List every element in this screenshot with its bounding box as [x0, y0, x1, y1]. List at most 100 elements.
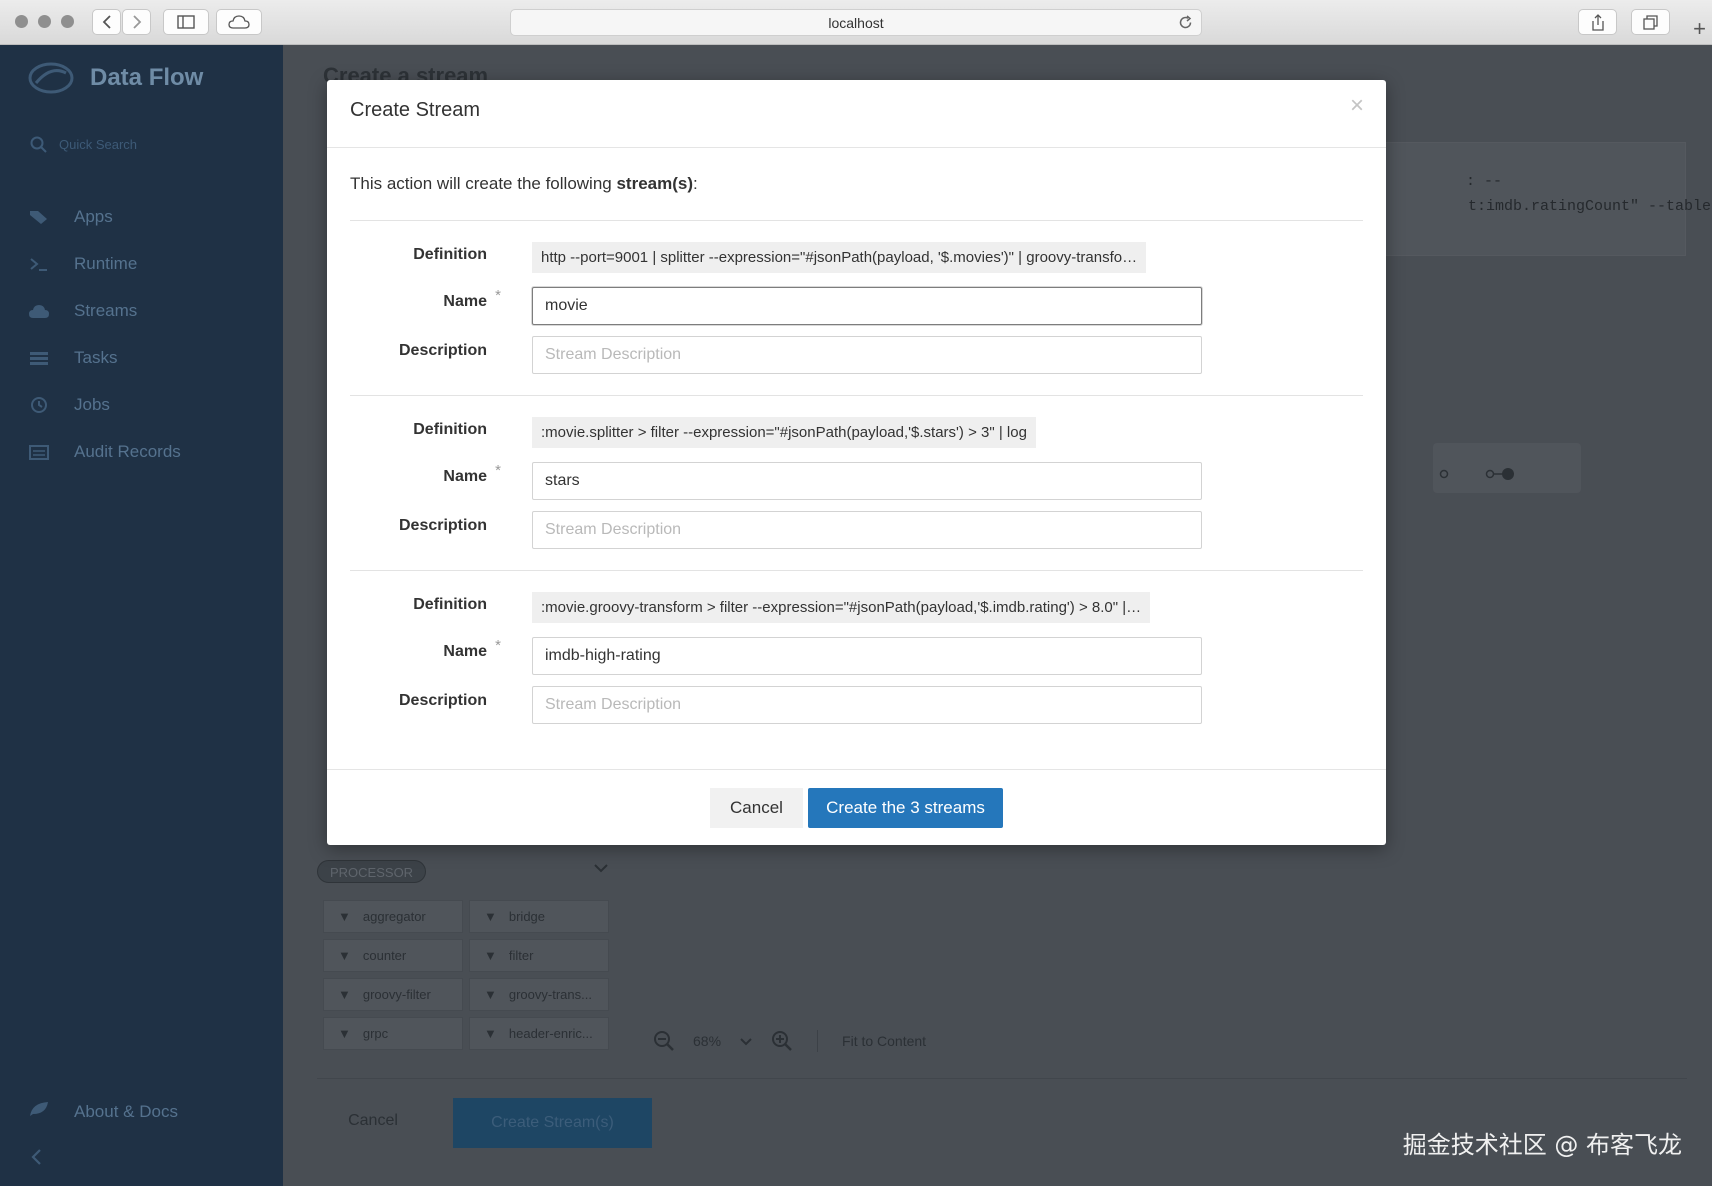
palette-item-label: bridge [508, 909, 546, 924]
close-icon[interactable]: × [1350, 94, 1364, 118]
name-label-text: Name [443, 643, 487, 660]
stream-name-input[interactable] [532, 637, 1202, 675]
sidebar: Data Flow Quick Search Apps Runtime Stre… [0, 45, 283, 1186]
search-icon [30, 136, 47, 153]
brand[interactable]: Data Flow [28, 61, 203, 95]
quick-search-placeholder: Quick Search [59, 137, 138, 152]
filter-icon: ▼ [484, 909, 497, 924]
cloud-icon [28, 302, 50, 320]
chevron-left-icon [102, 15, 111, 29]
sidebar-item-label: Streams [74, 300, 138, 320]
name-label: Name * [337, 287, 501, 311]
filter-icon: ▼ [484, 987, 497, 1002]
share-button[interactable] [1578, 9, 1617, 35]
processor-palette: ▼ aggregator ▼ bridge ▼ counter ▼ filter ▼ gr… [323, 900, 613, 1050]
palette-item-label: grpc [362, 1026, 389, 1041]
sidebar-item-jobs[interactable]: Jobs [0, 381, 283, 428]
page-cancel-button[interactable]: Cancel [323, 1098, 423, 1144]
sidebar-toggle-button[interactable] [163, 9, 209, 35]
chevron-right-icon [132, 15, 141, 29]
palette-item[interactable]: ▼ groovy-trans... [469, 978, 609, 1011]
watermark: 掘金技术社区 @ 布客飞龙 [1402, 1131, 1682, 1159]
filter-icon: ▼ [338, 948, 351, 963]
zoom-out-icon[interactable] [653, 1030, 675, 1052]
collapse-sidebar-icon[interactable] [30, 1148, 42, 1166]
window-zoom-dot[interactable] [61, 15, 74, 28]
stream-description-input[interactable] [532, 511, 1202, 549]
definition-label: Definition [413, 246, 487, 263]
quick-search[interactable]: Quick Search [30, 136, 137, 153]
palette-item[interactable]: ▼ bridge [469, 900, 609, 933]
description-label: Description [398, 342, 487, 359]
stream-definition: :movie.splitter > filter --expression="#… [532, 417, 1036, 448]
window-minimize-dot[interactable] [38, 15, 51, 28]
filter-icon: ▼ [338, 1026, 351, 1041]
zoom-level[interactable]: 68% [693, 1033, 721, 1049]
data-flow-logo-icon [28, 62, 74, 94]
cancel-button[interactable]: Cancel [710, 788, 803, 828]
zoom-controls: 68% Fit to Content [653, 1030, 926, 1052]
sidebar-item-apps[interactable]: Apps [0, 193, 283, 240]
clock-icon [28, 396, 50, 414]
reload-icon[interactable] [1178, 15, 1193, 30]
sidebar-item-runtime[interactable]: Runtime [0, 240, 283, 287]
page-create-streams-button[interactable]: Create Stream(s) [453, 1098, 652, 1148]
sidebar-item-audit-records[interactable]: Audit Records [0, 428, 283, 475]
sidebar-item-label: Jobs [74, 394, 110, 414]
palette-item[interactable]: ▼ groovy-filter [323, 978, 463, 1011]
palette-group-badge[interactable]: PROCESSOR [317, 860, 427, 883]
browser-toolbar: localhost + [0, 0, 1712, 45]
palette-item[interactable]: ▼ grpc [323, 1017, 463, 1050]
create-stream-modal: Create Stream × This action will create … [327, 80, 1386, 845]
tags-icon [28, 208, 50, 226]
palette-item-label: header-enric... [508, 1026, 593, 1041]
stream-definition-editor[interactable]: : -- t:imdb.ratingCount" --table- [1373, 142, 1712, 256]
cloud-icon [228, 15, 250, 29]
icloud-tabs-button[interactable] [216, 9, 262, 35]
sidebar-item-streams[interactable]: Streams [0, 287, 283, 334]
definition-label: Definition [413, 596, 487, 613]
sidebar-item-label: Audit Records [74, 441, 181, 461]
palette-item[interactable]: ▼ counter [323, 939, 463, 972]
definition-line: : -- [1466, 173, 1503, 190]
stream-name-input[interactable] [532, 287, 1202, 325]
palette-item-label: groovy-filter [362, 987, 431, 1002]
palette-item-label: counter [362, 948, 407, 963]
description-label: Description [398, 692, 487, 709]
palette-item-label: filter [508, 948, 534, 963]
palette-item[interactable]: ▼ header-enric... [469, 1017, 609, 1050]
filter-icon: ▼ [338, 987, 351, 1002]
tabs-icon [1643, 14, 1658, 30]
stream-description-input[interactable] [532, 336, 1202, 374]
chevron-down-icon[interactable] [739, 1037, 753, 1046]
stream-name-input[interactable] [532, 462, 1202, 500]
brand-name: Data Flow [90, 64, 204, 91]
palette-item[interactable]: ▼ filter [469, 939, 609, 972]
sidebar-item-label: Runtime [74, 253, 138, 273]
back-button[interactable] [92, 9, 121, 35]
sidebar-item-about[interactable]: About & Docs [28, 1100, 178, 1123]
zoom-separator [817, 1030, 819, 1052]
records-icon [28, 443, 50, 461]
stream-description-input[interactable] [532, 686, 1202, 724]
address-bar[interactable]: localhost [510, 9, 1202, 36]
modal-intro: This action will create the following st… [350, 174, 698, 194]
tabs-overview-button[interactable] [1631, 9, 1670, 35]
palette-item-label: aggregator [362, 909, 426, 924]
fit-to-content-button[interactable]: Fit to Content [842, 1033, 926, 1049]
palette-item[interactable]: ▼ aggregator [323, 900, 463, 933]
name-label-text: Name [443, 468, 487, 485]
create-streams-button[interactable]: Create the 3 streams [808, 788, 1003, 828]
sidebar-item-tasks[interactable]: Tasks [0, 334, 283, 381]
about-label: About & Docs [74, 1101, 178, 1121]
section-divider [350, 570, 1363, 571]
intro-suffix: : [693, 174, 698, 193]
chevron-down-icon[interactable] [593, 863, 609, 873]
forward-button[interactable] [122, 9, 151, 35]
footer-divider [317, 1078, 1687, 1079]
window-close-dot[interactable] [15, 15, 28, 28]
stream-definition: :movie.groovy-transform > filter --expre… [532, 592, 1151, 623]
zoom-in-icon[interactable] [771, 1030, 793, 1052]
new-tab-icon[interactable]: + [1693, 18, 1706, 40]
section-divider [350, 395, 1363, 396]
